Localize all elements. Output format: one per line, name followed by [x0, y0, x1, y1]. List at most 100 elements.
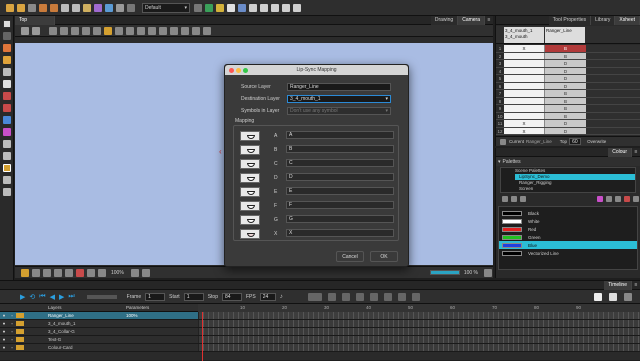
panel-menu-icon[interactable]: ≡ — [485, 17, 493, 23]
mapping-field[interactable]: D — [286, 173, 394, 181]
visibility-icon[interactable]: ● — [0, 329, 8, 334]
pencil-icon[interactable] — [216, 3, 224, 12]
xsheet-row[interactable]: 8B — [496, 97, 640, 105]
xsheet-cell[interactable]: X — [504, 120, 545, 127]
workspace-preset-select[interactable]: Default ▾ — [142, 2, 190, 13]
xsheet-cell[interactable]: B — [545, 105, 586, 112]
add-colour-icon[interactable] — [614, 196, 621, 202]
symbols-in-layer-select[interactable]: Don't use any symbol ▾ — [287, 107, 391, 115]
colour-options-icon[interactable] — [632, 196, 639, 202]
safe-area-icon[interactable] — [82, 26, 90, 35]
xsheet-row[interactable]: 4D — [496, 67, 640, 75]
layer-options-icon[interactable] — [624, 292, 632, 301]
layer-level-value[interactable]: 100% — [126, 313, 156, 318]
colour-mode-icon[interactable] — [75, 268, 84, 277]
paint-tool-icon[interactable] — [2, 116, 11, 124]
symbol-icon[interactable] — [115, 26, 123, 35]
camera-mask-icon[interactable] — [31, 268, 40, 277]
xsheet-cell[interactable]: D — [545, 127, 586, 134]
timeline-layer-row[interactable]: ● ▫ 3_4_mouth_1 — [0, 320, 640, 328]
line-tool-icon[interactable] — [2, 104, 11, 112]
xsheet-cell[interactable] — [504, 67, 545, 74]
render-preview-icon[interactable] — [192, 26, 200, 35]
lock-layer-icon[interactable]: ▫ — [8, 337, 16, 342]
mapping-field[interactable]: C — [286, 159, 394, 167]
import-icon[interactable] — [93, 3, 102, 12]
previous-frame-icon[interactable]: ◀ — [50, 293, 55, 301]
rotate-icon[interactable] — [86, 268, 95, 277]
cut-icon[interactable] — [60, 3, 69, 12]
layer-colour-icon[interactable] — [16, 345, 24, 350]
frame-ruler[interactable]: 10 20 30 40 50 60 70 80 90 — [198, 303, 640, 312]
xsheet-cell[interactable] — [504, 52, 545, 59]
mapping-field[interactable]: A — [286, 131, 394, 139]
zoom-out-icon[interactable] — [130, 268, 139, 277]
start-field[interactable]: 1 — [183, 292, 204, 301]
bone-tool-icon[interactable] — [2, 164, 11, 172]
export-icon[interactable] — [104, 3, 113, 12]
select-tool-icon[interactable] — [2, 20, 11, 28]
tab-tool-properties[interactable]: Tool Properties — [548, 15, 592, 25]
current-colour-icon[interactable] — [596, 196, 603, 202]
mapping-field[interactable]: X — [286, 229, 394, 237]
open-scene-icon[interactable] — [16, 3, 25, 12]
layer-icon[interactable] — [126, 26, 134, 35]
tab-drawing[interactable]: Drawing — [430, 15, 459, 25]
undo-icon[interactable] — [38, 3, 47, 12]
layer-colour-icon[interactable] — [16, 337, 24, 342]
layer-colour-icon[interactable] — [16, 329, 24, 334]
source-layer-field[interactable]: Ranger_Line — [287, 83, 391, 91]
light-bulb-icon[interactable] — [20, 268, 29, 277]
overwrite-label[interactable]: Overwrite — [587, 139, 606, 144]
layer-track[interactable] — [198, 328, 640, 335]
layer-name[interactable]: Ranger_Line — [48, 313, 126, 318]
playback-marker-icon[interactable] — [609, 292, 617, 301]
xsheet-cell[interactable] — [504, 90, 545, 97]
colour-swatch-row[interactable]: Green — [499, 233, 637, 241]
ease-icon[interactable] — [328, 292, 337, 301]
visibility-icon[interactable]: ● — [0, 337, 8, 342]
xsheet-cell[interactable] — [504, 60, 545, 67]
timeline-layer-row[interactable]: ● ▫ 3_4_Collar-G — [0, 328, 640, 336]
pencil-tool-icon[interactable] — [2, 56, 11, 64]
camera-icon[interactable] — [293, 3, 301, 12]
onion-skin-icon[interactable] — [282, 3, 290, 12]
view-options-icon[interactable] — [203, 26, 211, 35]
mapping-field[interactable]: G — [286, 215, 394, 223]
brush-icon[interactable] — [205, 3, 213, 12]
tab-top[interactable]: Top — [15, 15, 55, 25]
xsheet-cell[interactable] — [504, 105, 545, 112]
mapping-field[interactable]: F — [286, 201, 394, 209]
overlay-icon[interactable] — [181, 26, 189, 35]
remove-keyframe-icon[interactable] — [356, 292, 365, 301]
grid-toggle-icon[interactable] — [49, 26, 57, 35]
first-frame-icon[interactable]: ⏮ — [39, 293, 45, 301]
layer-colour-icon[interactable] — [16, 313, 24, 318]
cancel-button[interactable]: Cancel — [336, 251, 364, 262]
magnet-icon[interactable] — [271, 3, 279, 12]
zoom-tool-icon[interactable] — [2, 176, 11, 184]
loop-icon[interactable]: ⟲ — [29, 293, 35, 301]
tab-library[interactable]: Library — [591, 15, 616, 25]
layer-colour-icon[interactable] — [16, 321, 24, 326]
remove-palette-icon[interactable] — [519, 196, 526, 202]
redo-icon[interactable] — [49, 3, 58, 12]
zoom-slider[interactable] — [429, 270, 460, 275]
shade-icon[interactable] — [71, 26, 79, 35]
xsheet-cell[interactable]: D — [545, 67, 586, 74]
constant-icon[interactable] — [412, 292, 421, 301]
pen-icon[interactable] — [137, 26, 145, 35]
layer-name[interactable]: 3_4_mouth_1 — [48, 321, 126, 326]
copy-icon[interactable] — [71, 3, 80, 12]
xsheet-row[interactable]: 5D — [496, 75, 640, 83]
safety-icon[interactable] — [42, 268, 51, 277]
layer-name[interactable]: 3_4_Collar-G — [48, 329, 126, 334]
xsheet-row[interactable]: 7B — [496, 90, 640, 98]
collapse-icon[interactable]: ▾ — [498, 159, 501, 165]
xsheet-cell[interactable] — [504, 75, 545, 82]
xsheet-cell[interactable] — [504, 82, 545, 89]
xsheet-cell[interactable]: D — [545, 120, 586, 127]
view-settings-icon[interactable] — [483, 268, 492, 277]
tab-xsheet[interactable]: Xsheet — [615, 15, 640, 25]
reset-view-icon[interactable] — [20, 26, 29, 35]
